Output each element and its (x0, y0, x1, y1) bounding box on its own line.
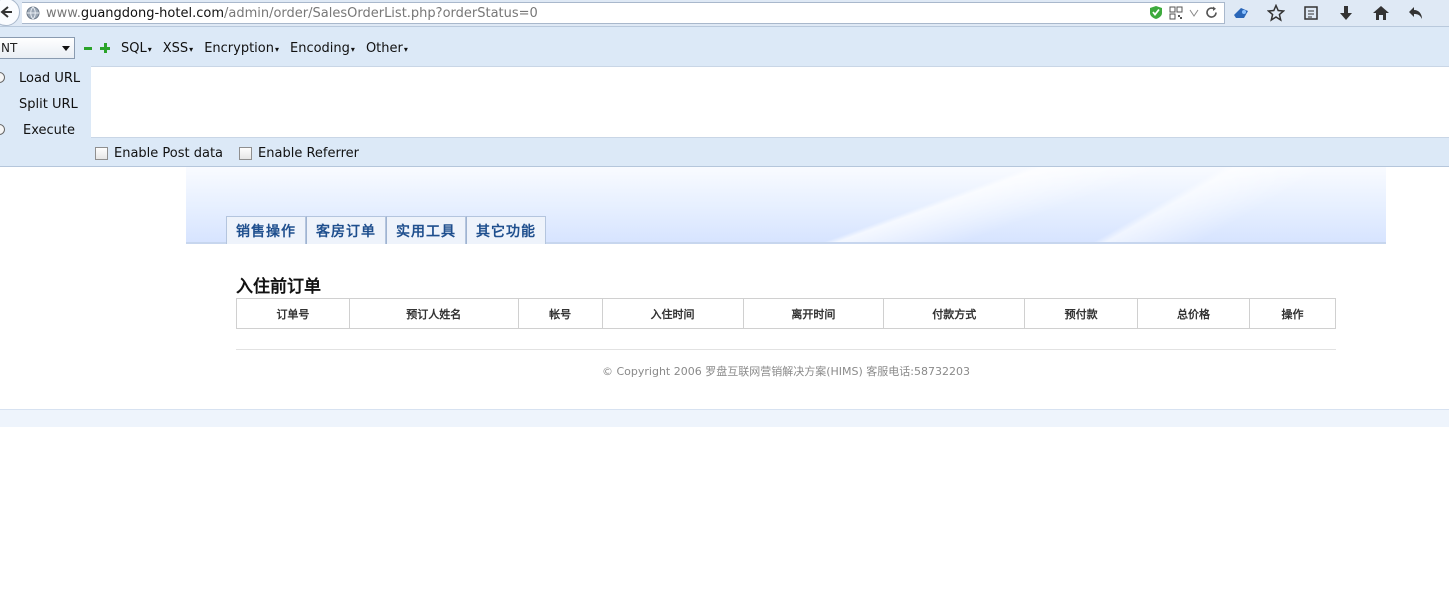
tab-utilities[interactable]: 实用工具 (386, 216, 466, 244)
hackbar-menu: SQL XSS Encryption Encoding Other (121, 41, 408, 56)
col-checkin-time: 入住时间 (601, 298, 744, 329)
tab-sales-operations[interactable]: 销售操作 (226, 216, 306, 244)
col-guest-name: 预订人姓名 (348, 298, 519, 329)
execute-icon (0, 124, 5, 135)
back-button[interactable] (0, 0, 20, 26)
back-arrow-icon (0, 6, 12, 18)
split-url-button[interactable]: Split URL (0, 91, 90, 117)
menu-sql[interactable]: SQL (121, 41, 152, 56)
load-url-icon (0, 72, 5, 83)
hackbar-panel: NT SQL XSS Encryption Encoding Other Loa… (0, 27, 1449, 167)
enable-referrer-label: Enable Referrer (258, 146, 359, 161)
hackbar-actions: Load URL Split URL Execute (0, 65, 90, 143)
address-bar[interactable]: www.guangdong-hotel.com/admin/order/Sale… (22, 2, 1225, 24)
menu-encryption[interactable]: Encryption (204, 41, 279, 56)
qr-code-icon[interactable] (1169, 6, 1183, 20)
menu-other[interactable]: Other (366, 41, 408, 56)
url-text: www.guangdong-hotel.com/admin/order/Sale… (46, 6, 538, 21)
globe-icon (26, 6, 40, 20)
split-url-label: Split URL (19, 96, 78, 112)
footer-divider (236, 349, 1336, 350)
site-header-banner: 销售操作 客房订单 实用工具 其它功能 (186, 167, 1386, 244)
browser-toolbar: www.guangdong-hotel.com/admin/order/Sale… (0, 0, 1449, 27)
increase-icon[interactable] (100, 43, 110, 53)
orders-table: 订单号 预订人姓名 帐号 入住时间 离开时间 付款方式 预付款 总价格 操作 (236, 298, 1336, 329)
col-account: 帐号 (517, 298, 603, 329)
page-bottom-band (0, 409, 1449, 427)
home-icon[interactable] (1370, 3, 1392, 23)
shield-check-icon[interactable] (1149, 5, 1163, 20)
col-total-price: 总价格 (1137, 298, 1250, 329)
reading-list-icon[interactable] (1300, 3, 1322, 23)
main-nav: 销售操作 客房订单 实用工具 其它功能 (226, 216, 546, 244)
bookmark-star-icon[interactable] (1265, 3, 1287, 23)
decrease-icon[interactable] (84, 47, 92, 50)
enable-post-data-label: Enable Post data (114, 146, 224, 161)
select-arrow-icon (62, 46, 70, 51)
col-payment-method: 付款方式 (883, 298, 1026, 329)
hackbar-select[interactable]: NT (0, 37, 75, 59)
enable-referrer-checkbox[interactable]: Enable Referrer (239, 146, 359, 161)
col-order-number: 订单号 (236, 298, 350, 329)
menu-xss[interactable]: XSS (163, 41, 193, 56)
load-url-button[interactable]: Load URL (0, 65, 90, 91)
col-actions: 操作 (1249, 298, 1336, 329)
page-title: 入住前订单 (236, 277, 321, 297)
load-url-label: Load URL (19, 70, 81, 86)
copyright-text: © Copyright 2006 罗盘互联网营销解决方案(HIMS) 客服电话:… (602, 365, 970, 378)
menu-encoding[interactable]: Encoding (290, 41, 355, 56)
hackbar-url-textarea[interactable] (91, 66, 1449, 138)
download-icon[interactable] (1335, 3, 1357, 23)
col-deposit: 预付款 (1024, 298, 1139, 329)
execute-label: Execute (23, 122, 75, 138)
checkbox-box[interactable] (95, 147, 108, 160)
tab-room-orders[interactable]: 客房订单 (306, 216, 386, 244)
dropdown-arrow-icon[interactable] (1189, 9, 1199, 17)
checkbox-box[interactable] (239, 147, 253, 160)
table-header-row: 订单号 预订人姓名 帐号 入住时间 离开时间 付款方式 预付款 总价格 操作 (236, 298, 1336, 329)
undo-icon[interactable] (1405, 3, 1427, 23)
execute-button[interactable]: Execute (0, 117, 90, 143)
hackbar-options: Enable Post data Enable Referrer (95, 146, 359, 161)
extension-icon[interactable] (1230, 3, 1252, 23)
hackbar-select-value: NT (1, 41, 18, 55)
tab-other-functions[interactable]: 其它功能 (466, 216, 546, 244)
col-checkout-time: 离开时间 (742, 298, 885, 329)
enable-post-data-checkbox[interactable]: Enable Post data (95, 146, 223, 161)
reload-icon[interactable] (1205, 6, 1218, 19)
